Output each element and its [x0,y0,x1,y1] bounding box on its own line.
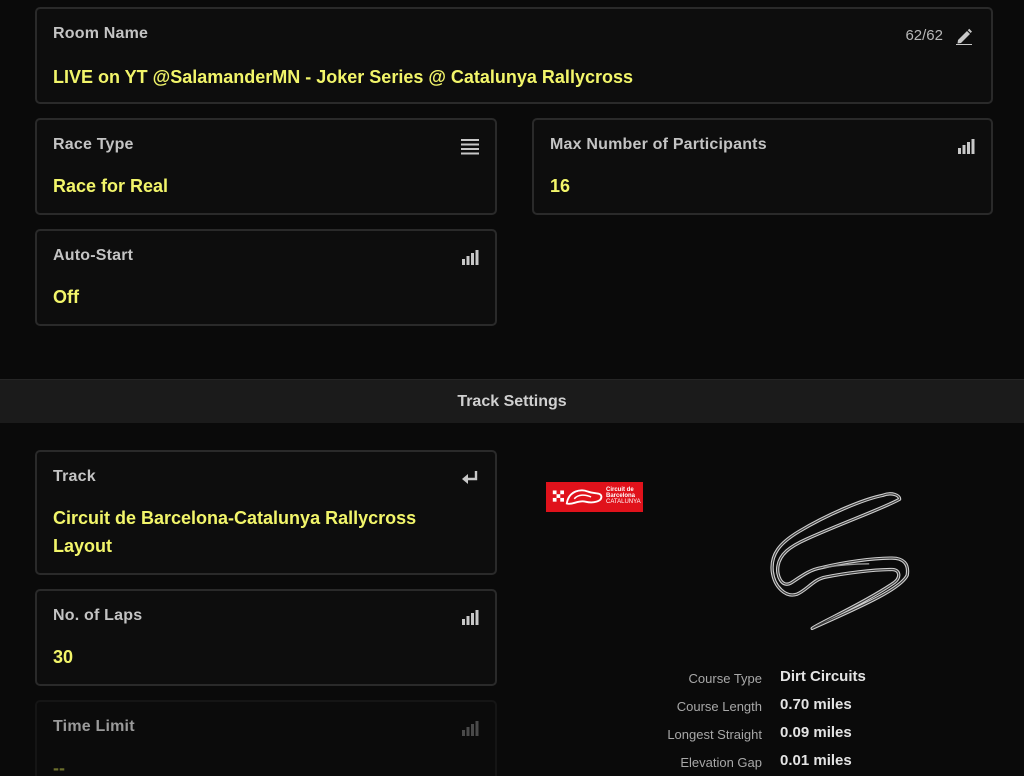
course-length-label: Course Length [676,699,762,714]
list-icon [461,139,479,155]
track-settings-title: Track Settings [457,393,567,410]
circuit-logo-mark [552,489,603,505]
race-type-value: Race for Real [53,176,169,196]
race-type-label: Race Type [53,136,134,153]
max-participants-label: Max Number of Participants [550,136,767,153]
auto-start-card[interactable]: Auto-Start Off [35,229,497,326]
max-participants-card[interactable]: Max Number of Participants 16 [532,118,993,215]
room-name-char-counter: 62/62 [905,27,943,44]
room-name-card[interactable]: Room Name 62/62 LIVE on YT @SalamanderMN… [35,7,993,104]
logo-line3: CATALUNYA [606,499,641,505]
signal-bars-icon [462,250,479,265]
pencil-icon[interactable] [955,27,973,45]
circuit-logo: Circuit de Barcelona CATALUNYA [546,482,643,512]
track-settings-header: Track Settings [0,379,1024,423]
time-limit-card: Time Limit -- [35,700,497,776]
laps-label: No. of Laps [53,607,143,624]
circuit-logo-text: Circuit de Barcelona CATALUNYA [606,487,641,505]
longest-straight-value: 0.09 miles [780,724,852,741]
track-value-line2: Layout [53,536,113,556]
elevation-gap-row: Elevation Gap 0.01 miles [600,751,960,773]
max-participants-value: 16 [550,176,571,196]
track-value-line1: Circuit de Barcelona-Catalunya Rallycros… [53,508,417,528]
course-length-row: Course Length 0.70 miles [600,695,960,717]
signal-bars-icon [958,139,975,154]
auto-start-value: Off [53,287,79,307]
track-label: Track [53,468,96,485]
laps-card[interactable]: No. of Laps 30 [35,589,497,686]
time-limit-value: -- [53,758,65,776]
signal-bars-icon [462,721,479,736]
laps-value: 30 [53,647,74,667]
course-length-value: 0.70 miles [780,696,852,713]
signal-bars-icon [462,610,479,625]
room-name-label: Room Name [53,25,149,42]
elevation-gap-label: Elevation Gap [680,755,762,770]
longest-straight-row: Longest Straight 0.09 miles [600,723,960,745]
track-map [770,492,910,631]
auto-start-label: Auto-Start [53,247,134,264]
room-name-value: LIVE on YT @SalamanderMN - Joker Series … [53,67,633,87]
elevation-gap-value: 0.01 miles [780,752,852,769]
race-type-card[interactable]: Race Type Race for Real [35,118,497,215]
course-type-label: Course Type [688,671,762,686]
enter-arrow-icon [462,471,478,484]
track-card[interactable]: Track Circuit de Barcelona-Catalunya Ral… [35,450,497,575]
course-type-row: Course Type Dirt Circuits [600,667,960,689]
course-type-value: Dirt Circuits [780,668,866,685]
longest-straight-label: Longest Straight [667,727,762,742]
time-limit-label: Time Limit [53,718,135,735]
track-value: Circuit de Barcelona-Catalunya Rallycros… [53,504,416,560]
